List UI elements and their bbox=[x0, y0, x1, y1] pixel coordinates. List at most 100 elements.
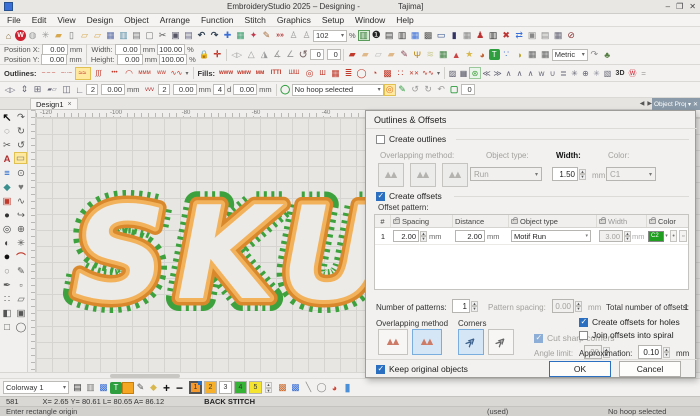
mirror-y-icon[interactable]: △ bbox=[245, 48, 258, 61]
distance-field[interactable]: 0.00 bbox=[233, 84, 257, 95]
arc-outline-icon[interactable]: ◠ bbox=[123, 67, 136, 80]
backstitch-outline-icon[interactable]: ≈≈ bbox=[75, 67, 91, 80]
color-chip[interactable]: 4 bbox=[234, 381, 247, 394]
spacing-field[interactable]: 0.00 bbox=[173, 84, 197, 95]
corner-mitre-button[interactable]: ≫ bbox=[458, 329, 484, 355]
tshirt-icon[interactable]: T bbox=[489, 49, 500, 60]
stemstitch-outline-icon[interactable]: ∫∫∫ bbox=[91, 67, 107, 80]
lock-icon[interactable] bbox=[511, 219, 518, 224]
col-color[interactable]: Color bbox=[658, 217, 676, 226]
menu-item[interactable]: View bbox=[57, 15, 75, 25]
weld-tool[interactable]: ◯ bbox=[14, 320, 28, 334]
product-tshirt-icon[interactable]: T bbox=[110, 382, 122, 394]
wave-fill-icon[interactable]: ∿∿ bbox=[421, 67, 435, 80]
cross-stitch-fill-icon[interactable]: ▩ bbox=[381, 67, 394, 80]
pattern-stamp-tool[interactable]: ▣ bbox=[0, 194, 14, 208]
redo-icon[interactable]: ↷ bbox=[208, 29, 221, 42]
save-icon[interactable]: ▦ bbox=[104, 29, 117, 42]
satin-fill-icon[interactable]: ᴡᴡᴡ bbox=[217, 67, 235, 80]
menu-item[interactable]: Design bbox=[87, 15, 113, 25]
print-icon[interactable]: ▤ bbox=[130, 29, 143, 42]
overlap-partial-button[interactable]: ▲▲ bbox=[410, 163, 436, 187]
menu-item[interactable]: File bbox=[7, 15, 21, 25]
curve-effect-icon[interactable]: ∪ bbox=[547, 67, 558, 80]
star-effect-icon[interactable]: ⊛ bbox=[469, 67, 481, 79]
open-design-icon[interactable]: ▱ bbox=[78, 29, 91, 42]
rotate-ccw-icon[interactable]: ∡ bbox=[271, 48, 284, 61]
thread-bar-icon[interactable]: ▥ bbox=[84, 381, 97, 394]
position-y-field[interactable]: 0.00 bbox=[41, 54, 67, 65]
align-middle-icon[interactable]: ⇕ bbox=[18, 83, 31, 96]
thread-chart-b-icon[interactable]: ▩ bbox=[289, 381, 302, 394]
lattice-fill-icon[interactable]: ▦ bbox=[329, 67, 342, 80]
overlap-method-1-button[interactable]: ▲▲ bbox=[378, 329, 408, 355]
hole-tool[interactable]: ○ bbox=[0, 264, 14, 278]
overlap-method-2-button[interactable]: ▲▲ bbox=[412, 329, 442, 355]
lock-icon[interactable] bbox=[649, 219, 656, 224]
wilcom-effect-icon[interactable]: Ⓦ bbox=[627, 67, 638, 80]
picture-icon[interactable]: ▦ bbox=[437, 48, 450, 61]
delete-row-button[interactable]: ▫ bbox=[679, 230, 687, 242]
stamp-icon[interactable]: ♟ bbox=[474, 29, 487, 42]
contour-effect-icon[interactable]: ≣ bbox=[558, 67, 569, 80]
circle-outline-icon[interactable]: ◯ bbox=[315, 381, 328, 394]
panel-close-icon[interactable]: ✕ bbox=[693, 101, 698, 108]
color-picker-icon[interactable]: ✎ bbox=[134, 381, 147, 394]
small-object-tool[interactable]: ▫ bbox=[14, 278, 28, 292]
edit-color-button[interactable]: • bbox=[670, 230, 678, 242]
beads-icon[interactable]: ∵ bbox=[500, 48, 513, 61]
spool-icon[interactable]: ▮ bbox=[341, 381, 354, 394]
offset-field[interactable]: 0.00 bbox=[101, 84, 125, 95]
hoop-rotate-field[interactable]: 0 bbox=[461, 84, 475, 95]
cut-icon[interactable]: ✂ bbox=[156, 29, 169, 42]
motif-run-tool[interactable]: ⊕ bbox=[14, 222, 28, 236]
balloon-icon[interactable]: ◍ bbox=[26, 29, 39, 42]
feather-right-icon[interactable]: ≫ bbox=[492, 67, 503, 80]
row-color-swatch[interactable]: C2 bbox=[648, 231, 664, 242]
element-icon[interactable]: ✦ bbox=[247, 29, 260, 42]
create-offsets-for-holes-checkbox[interactable]: Create offsets for holes bbox=[579, 317, 680, 327]
rotate-hoop-ccw-icon[interactable]: ↺ bbox=[409, 83, 422, 96]
stipple-tool[interactable]: ∷ bbox=[0, 292, 14, 306]
redraw-tool[interactable]: ↻ bbox=[14, 124, 28, 138]
create-outlines-checkbox[interactable]: Create outlines bbox=[376, 134, 446, 144]
team-names-tool[interactable]: ≡ bbox=[0, 166, 14, 180]
units-select[interactable]: Metric▾ bbox=[552, 49, 588, 61]
minimize-button[interactable]: – bbox=[666, 2, 670, 11]
rotate-field[interactable]: 0 bbox=[310, 49, 324, 60]
undo-icon[interactable]: ↶ bbox=[195, 29, 208, 42]
satin-tool[interactable]: ◐ bbox=[0, 236, 14, 250]
object-type-select[interactable]: Run▾ bbox=[470, 167, 542, 181]
product-visualizer-icon[interactable]: ▩ bbox=[422, 29, 435, 42]
fill-blob-tool[interactable]: ● bbox=[0, 250, 14, 264]
menu-item[interactable]: Graphics bbox=[277, 15, 311, 25]
design-library-icon[interactable]: ▰ bbox=[52, 29, 65, 42]
menu-item[interactable]: Arrange bbox=[160, 15, 190, 25]
mirror-frame-icon[interactable]: ◫ bbox=[60, 83, 73, 96]
colorway-editor-icon[interactable]: ▦ bbox=[409, 29, 422, 42]
new-design-icon[interactable]: ▯ bbox=[65, 29, 78, 42]
lettering-tool[interactable]: A bbox=[0, 152, 14, 166]
pickup-tool[interactable]: ✒ bbox=[0, 278, 14, 292]
ignore-functions-icon[interactable]: ⊘ bbox=[565, 29, 578, 42]
paste-embroidery-icon[interactable]: ▤ bbox=[539, 29, 552, 42]
color-chip[interactable]: 2 bbox=[204, 381, 217, 394]
rotate-icon[interactable]: ↺ bbox=[297, 48, 310, 61]
distance-field[interactable]: 2.00 bbox=[455, 230, 485, 242]
current-color-swatch[interactable] bbox=[122, 382, 134, 394]
sequin-icon[interactable]: ≋ bbox=[424, 48, 437, 61]
add-color-icon[interactable]: + bbox=[160, 381, 173, 394]
thread-spool-icon[interactable]: ▮ bbox=[448, 29, 461, 42]
zigzag-outline-icon[interactable]: ᴡᴡ bbox=[154, 67, 170, 80]
row-object-type-select[interactable]: Motif Run▾ bbox=[511, 230, 591, 242]
equal-icon[interactable]: = bbox=[638, 67, 649, 80]
col-spacing[interactable]: Spacing bbox=[402, 217, 429, 226]
design-info-icon[interactable]: ❶ bbox=[370, 29, 383, 42]
copy-embroidery-icon[interactable]: ▣ bbox=[526, 29, 539, 42]
satin-patch-icon[interactable]: ▰ bbox=[346, 48, 359, 61]
color-chip[interactable]: 3 bbox=[219, 381, 232, 394]
figure-gray2-icon[interactable]: ♙ bbox=[300, 29, 313, 42]
spiral-fill-icon[interactable]: ◔ bbox=[368, 67, 381, 80]
grid-settings-icon[interactable]: ▦ bbox=[539, 48, 552, 61]
kaleidoscope-icon[interactable]: ✳ bbox=[591, 67, 602, 80]
